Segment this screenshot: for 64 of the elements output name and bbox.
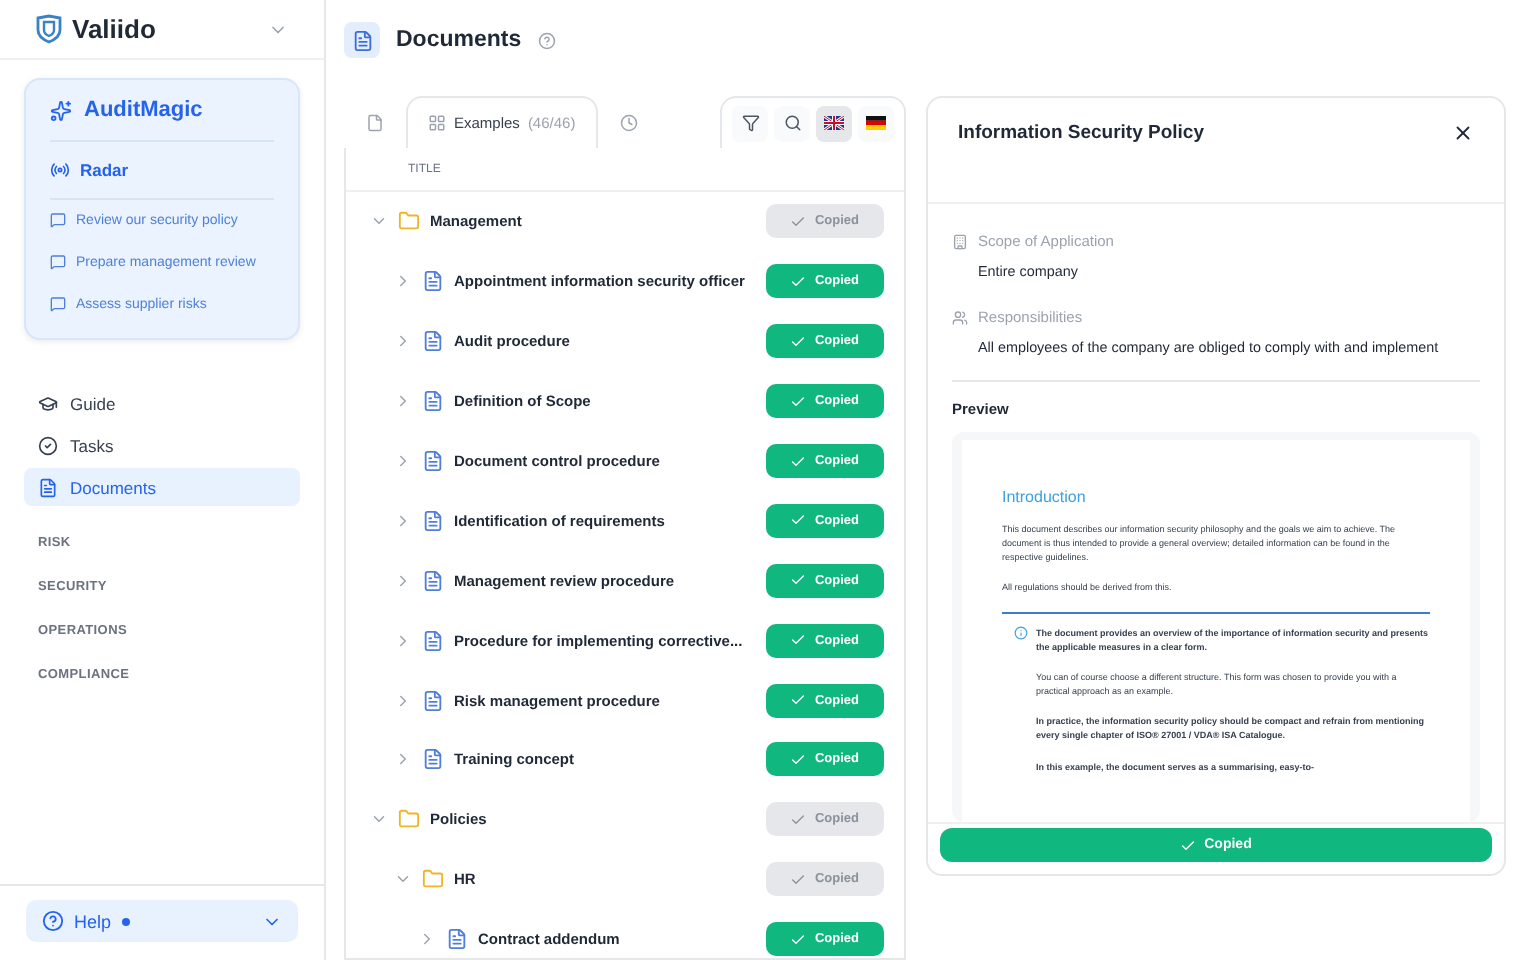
check-icon	[1180, 837, 1197, 853]
check-icon	[790, 213, 807, 230]
check-circle-icon	[38, 435, 58, 455]
help-icon[interactable]	[537, 31, 556, 49]
document-icon	[422, 509, 444, 532]
assistant-title: AuditMagic	[84, 98, 203, 122]
chat-bubble-icon	[50, 296, 66, 312]
document-icon	[422, 390, 444, 413]
help-icon	[42, 910, 64, 932]
language-button[interactable]	[816, 105, 852, 141]
grid-icon	[428, 114, 446, 132]
document-icon	[38, 477, 58, 497]
folder-icon	[398, 808, 420, 831]
check-icon	[790, 512, 807, 529]
document-icon	[422, 569, 444, 592]
uk-flag-icon	[824, 116, 844, 130]
document-heading: Introduction	[1002, 486, 1088, 510]
filter-button[interactable]	[732, 105, 768, 141]
nav-item[interactable]: Tasks	[24, 426, 300, 464]
language-button[interactable]	[858, 105, 894, 141]
close-icon[interactable]	[1452, 122, 1474, 144]
check-icon	[790, 751, 807, 768]
document-icon	[422, 748, 444, 771]
sparkles-icon	[50, 99, 72, 121]
document-icon	[422, 330, 444, 353]
document-icon	[422, 629, 444, 652]
check-icon	[790, 393, 807, 410]
radar-label: Radar	[80, 160, 129, 180]
search-button[interactable]	[774, 105, 810, 141]
chat-bubble-icon	[50, 254, 66, 270]
check-icon	[790, 273, 807, 290]
info-icon	[1014, 625, 1028, 640]
document-icon	[422, 689, 444, 712]
people-icon	[952, 309, 968, 325]
check-icon	[790, 333, 807, 350]
folder-icon	[398, 210, 420, 233]
check-icon	[790, 632, 807, 649]
german-flag-icon	[866, 116, 886, 130]
nav-item[interactable]: Guide	[24, 384, 300, 422]
building-icon	[952, 233, 968, 249]
help-button[interactable]: Help	[26, 900, 298, 942]
brand-name: Valiido	[72, 14, 156, 44]
check-icon	[790, 572, 807, 589]
document-icon	[422, 450, 444, 472]
check-icon	[790, 871, 807, 888]
check-icon	[790, 692, 807, 709]
folder-icon	[422, 868, 444, 891]
panel-title: Information Security Policy	[958, 122, 1204, 144]
chat-bubble-icon	[50, 212, 66, 228]
check-icon	[790, 931, 807, 948]
document-icon	[422, 270, 444, 293]
radar-icon	[50, 160, 70, 180]
document-icon	[344, 22, 380, 58]
clock-icon	[619, 114, 638, 132]
document-icon	[446, 928, 468, 951]
nav-item[interactable]: Documents	[24, 468, 300, 506]
filter-icon	[741, 114, 759, 132]
check-icon	[790, 453, 807, 469]
search-icon	[783, 114, 801, 132]
check-icon	[790, 811, 807, 828]
file-icon	[366, 114, 384, 132]
graduation-cap-icon	[38, 393, 58, 413]
page-title: Documents	[396, 28, 522, 52]
shield-logo-icon	[36, 14, 62, 44]
